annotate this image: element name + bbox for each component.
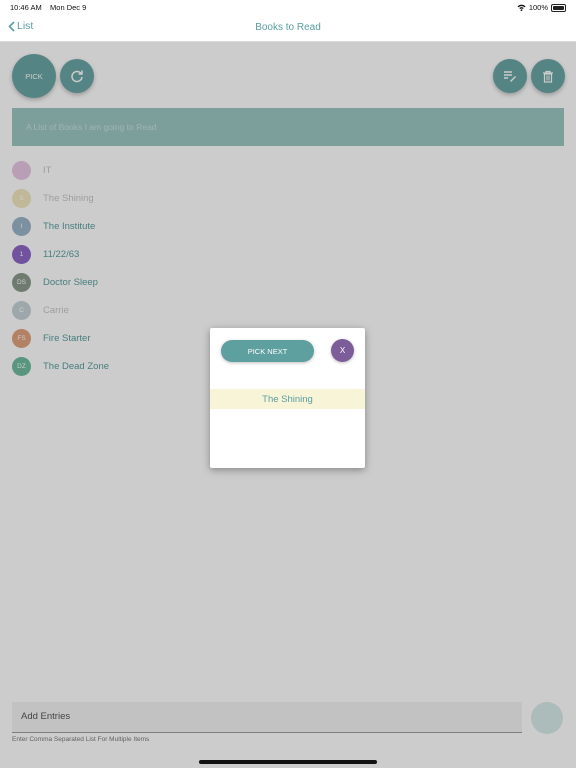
close-label: X bbox=[339, 346, 346, 355]
navigation-bar: List Books to Read bbox=[0, 14, 576, 42]
wifi-icon bbox=[517, 4, 526, 11]
status-bar: 10:46 AM Mon Dec 9 100% bbox=[0, 0, 576, 14]
close-button[interactable]: X bbox=[331, 339, 354, 362]
status-right: 100% bbox=[517, 3, 566, 12]
pick-dialog: PICK NEXT X The Shining bbox=[210, 328, 365, 468]
battery-icon bbox=[551, 3, 566, 12]
pick-next-label: PICK NEXT bbox=[247, 346, 288, 356]
status-time: 10:46 AM Mon Dec 9 bbox=[10, 3, 86, 12]
pick-next-button[interactable]: PICK NEXT bbox=[221, 340, 314, 362]
page-title: Books to Read bbox=[255, 22, 321, 33]
home-indicator bbox=[199, 760, 377, 764]
status-clock: 10:46 AM bbox=[10, 3, 42, 12]
picked-result: The Shining bbox=[210, 389, 365, 409]
status-date: Mon Dec 9 bbox=[50, 3, 87, 12]
battery-percent: 100% bbox=[528, 3, 548, 12]
